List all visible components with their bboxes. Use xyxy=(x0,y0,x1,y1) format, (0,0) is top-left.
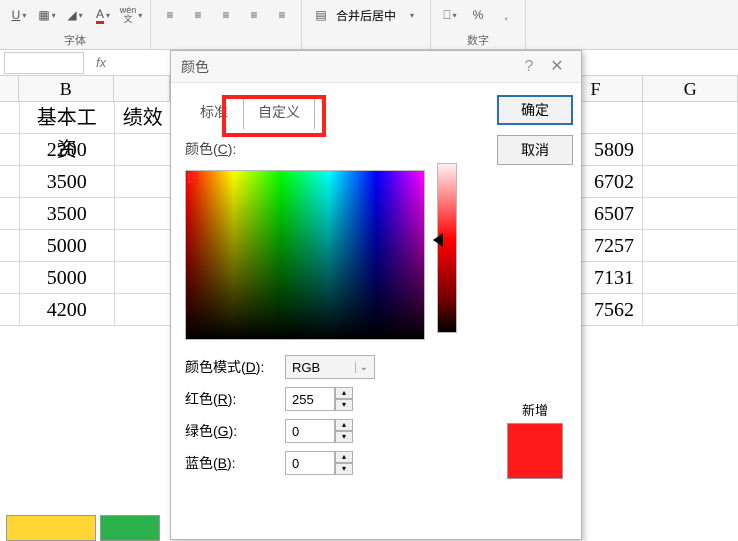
ribbon-toolbar: U ▦ ◢ A wén文 字体 ≡ ≡ ≡ ≡ ≡ ▤ 合并后居中 ⎕ % , … xyxy=(0,0,738,50)
color-dialog: 颜色 ? ✕ 标准 自定义 颜色(C): 颜色模式(D): RGB ⌄ xyxy=(170,50,582,540)
cancel-button[interactable]: 取消 xyxy=(497,135,573,165)
currency-icon: ⎕ xyxy=(443,8,450,23)
dialog-titlebar[interactable]: 颜色 ? ✕ xyxy=(171,51,581,83)
red-label: 红色(R): xyxy=(185,389,275,409)
spin-up-icon[interactable]: ▴ xyxy=(335,419,353,431)
font-color-button[interactable]: A xyxy=(90,3,116,27)
align-group: ≡ ≡ ≡ ≡ ≡ xyxy=(151,0,302,50)
color-mode-select[interactable]: RGB ⌄ xyxy=(285,355,375,379)
help-button[interactable]: ? xyxy=(515,51,543,83)
color-mode-label: 颜色模式(D): xyxy=(185,357,275,377)
dialog-tabs: 标准 自定义 xyxy=(185,95,475,129)
ok-button[interactable]: 确定 xyxy=(497,95,573,125)
indent-decrease-button[interactable]: ≡ xyxy=(241,3,267,27)
indent-increase-button[interactable]: ≡ xyxy=(269,3,295,27)
hue-slider-wrap xyxy=(437,163,457,347)
col-header-g[interactable]: G xyxy=(643,76,738,102)
new-color-swatch xyxy=(507,423,563,479)
percent-icon: % xyxy=(473,8,484,22)
border-button[interactable]: ▦ xyxy=(34,3,60,27)
color-picker-area xyxy=(185,163,475,347)
fx-icon[interactable]: fx xyxy=(96,55,106,70)
tab-standard[interactable]: 标准 xyxy=(185,95,243,129)
underline-icon: U xyxy=(12,8,21,22)
spin-down-icon[interactable]: ▾ xyxy=(335,463,353,475)
comma-button[interactable]: , xyxy=(493,3,519,27)
blue-row: 蓝色(B): ▴▾ xyxy=(185,451,475,475)
font-a-icon: A xyxy=(96,7,104,24)
align-left-button[interactable]: ≡ xyxy=(157,3,183,27)
bucket-icon: ◢ xyxy=(67,8,76,22)
header-cell-b[interactable]: 基本工资 xyxy=(20,102,115,134)
bottom-highlight xyxy=(6,515,160,541)
phonetic-icon: wén文 xyxy=(120,6,137,24)
align-right-icon: ≡ xyxy=(222,8,229,22)
green-input[interactable] xyxy=(285,419,335,443)
blue-input[interactable] xyxy=(285,451,335,475)
spin-up-icon[interactable]: ▴ xyxy=(335,387,353,399)
phonetic-button[interactable]: wén文 xyxy=(118,3,144,27)
close-button[interactable]: ✕ xyxy=(543,51,571,83)
spin-down-icon[interactable]: ▾ xyxy=(335,399,353,411)
col-header-a[interactable] xyxy=(0,76,19,102)
border-icon: ▦ xyxy=(38,8,49,22)
green-row: 绿色(G): ▴▾ xyxy=(185,419,475,443)
blue-spinner[interactable]: ▴▾ xyxy=(335,451,353,475)
number-group-label: 数字 xyxy=(467,32,489,48)
yellow-cell[interactable] xyxy=(6,515,96,541)
percent-button[interactable]: % xyxy=(465,3,491,27)
red-row: 红色(R): ▴▾ xyxy=(185,387,475,411)
merge-icon-button[interactable]: ▤ xyxy=(308,3,334,27)
hue-slider[interactable] xyxy=(437,163,457,333)
color-mode-row: 颜色模式(D): RGB ⌄ xyxy=(185,355,475,379)
tab-custom[interactable]: 自定义 xyxy=(243,95,315,129)
color-field-label: 颜色(C): xyxy=(185,139,475,159)
name-box[interactable] xyxy=(4,52,84,74)
color-mode-value: RGB xyxy=(292,360,320,375)
number-group: ⎕ % , 数字 xyxy=(431,0,526,50)
header-cell-c[interactable]: 绩效 xyxy=(115,102,172,134)
spin-down-icon[interactable]: ▾ xyxy=(335,431,353,443)
font-group: U ▦ ◢ A wén文 字体 xyxy=(0,0,151,50)
green-label: 绿色(G): xyxy=(185,421,275,441)
chevron-down-icon: ⌄ xyxy=(355,362,368,373)
col-header-c[interactable] xyxy=(114,76,171,102)
align-left-icon: ≡ xyxy=(166,8,173,22)
new-color-label: 新增 xyxy=(522,400,548,419)
indent-inc-icon: ≡ xyxy=(278,8,285,22)
merge-group: ▤ 合并后居中 xyxy=(302,0,431,50)
font-group-label: 字体 xyxy=(64,32,86,48)
currency-button[interactable]: ⎕ xyxy=(437,3,463,27)
merge-cells-icon: ▤ xyxy=(315,8,326,22)
red-input[interactable] xyxy=(285,387,335,411)
color-crosshair[interactable] xyxy=(188,173,198,183)
blue-label: 蓝色(B): xyxy=(185,453,275,473)
indent-dec-icon: ≡ xyxy=(250,8,257,22)
dialog-title: 颜色 xyxy=(181,51,515,83)
comma-icon: , xyxy=(504,8,507,22)
green-cell[interactable] xyxy=(100,515,160,541)
green-spinner[interactable]: ▴▾ xyxy=(335,419,353,443)
align-center-button[interactable]: ≡ xyxy=(185,3,211,27)
hue-arrow-icon[interactable] xyxy=(433,233,443,247)
fill-color-button[interactable]: ◢ xyxy=(62,3,88,27)
merge-label[interactable]: 合并后居中 xyxy=(336,7,396,24)
spin-up-icon[interactable]: ▴ xyxy=(335,451,353,463)
saturation-gradient[interactable] xyxy=(185,170,425,340)
red-spinner[interactable]: ▴▾ xyxy=(335,387,353,411)
col-header-b[interactable]: B xyxy=(19,76,114,102)
align-right-button[interactable]: ≡ xyxy=(213,3,239,27)
align-center-icon: ≡ xyxy=(194,8,201,22)
merge-drop[interactable] xyxy=(398,3,424,27)
underline-button[interactable]: U xyxy=(6,3,32,27)
